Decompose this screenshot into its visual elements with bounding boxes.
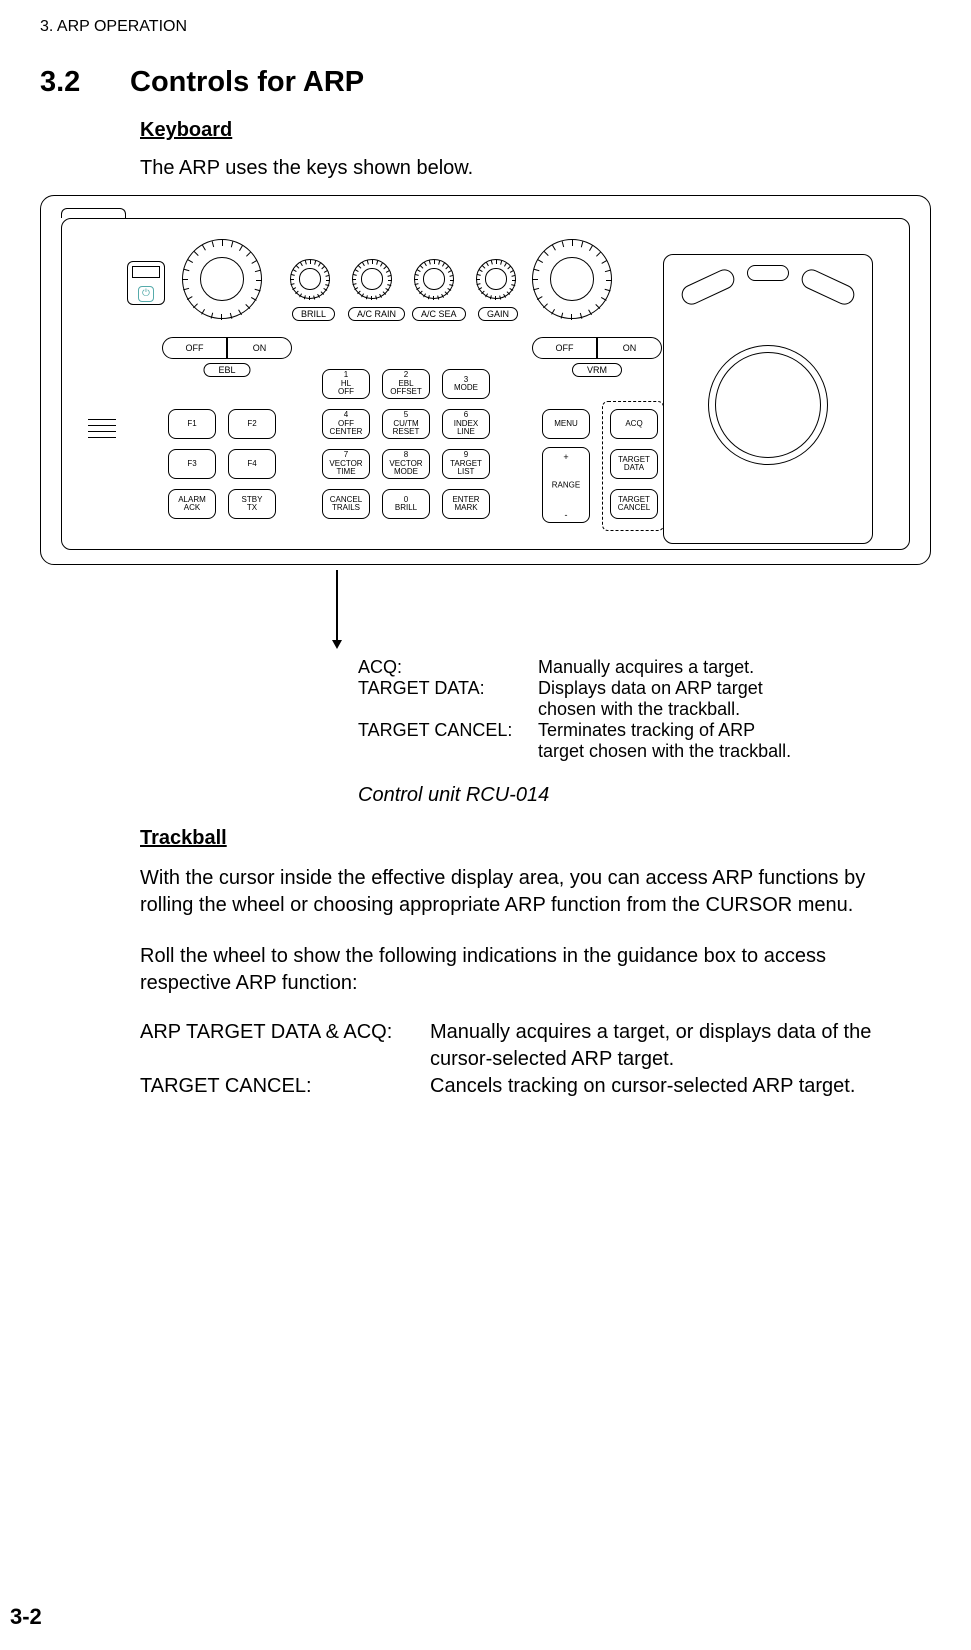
vrm-knob: [532, 239, 612, 319]
alarm-ack-key: ALARM ACK: [168, 489, 216, 519]
ac-sea-knob: [414, 259, 454, 299]
control-panel-diagram: ⏻ BRILL A/C RAIN A/C SEA GAIN OFF ON EBL…: [40, 195, 931, 565]
ac-sea-label: A/C SEA: [412, 307, 466, 321]
f2-key: F2: [228, 409, 276, 439]
range-label: RANGE: [543, 481, 589, 490]
side-slots: [88, 419, 116, 443]
acq-key: ACQ: [610, 409, 658, 439]
td-desc-val2: chosen with the trackball.: [538, 699, 740, 720]
keyboard-lead: The ARP uses the keys shown below.: [140, 157, 931, 180]
power-key: ⏻: [127, 261, 165, 305]
ac-rain-knob: [352, 259, 392, 299]
stby-tx-key: STBY TX: [228, 489, 276, 519]
trackball-left-button: [678, 266, 737, 308]
target-data-key: TARGET DATA: [610, 449, 658, 479]
key-7: 7 VECTOR TIME: [322, 449, 370, 479]
trackball-ball: [708, 345, 828, 465]
func-v1a: Manually acquires a target, or displays …: [430, 1021, 871, 1044]
func-row-2: TARGET CANCEL: Cancels tracking on curso…: [140, 1075, 931, 1098]
power-icon: ⏻: [138, 286, 154, 302]
vrm-on: ON: [597, 337, 662, 359]
tc-desc-key: TARGET CANCEL:: [358, 720, 538, 741]
func-row-1: ARP TARGET DATA & ACQ: Manually acquires…: [140, 1021, 931, 1044]
callout-arrow-head: [332, 640, 342, 649]
callout-descriptions: ACQ:Manually acquires a target. TARGET D…: [358, 657, 931, 762]
section-title: 3.2Controls for ARP: [40, 66, 931, 99]
key-1: 1 HL OFF: [322, 369, 370, 399]
section-number: 3.2: [40, 66, 130, 99]
vrm-off: OFF: [532, 337, 597, 359]
menu-key: MENU: [542, 409, 590, 439]
brill-knob: [290, 259, 330, 299]
chapter-header: 3. ARP OPERATION: [40, 18, 931, 36]
ebl-rocker: OFF ON EBL: [162, 337, 292, 377]
func-k1: ARP TARGET DATA & ACQ:: [140, 1021, 430, 1044]
f1-key: F1: [168, 409, 216, 439]
key-0: 0 BRILL: [382, 489, 430, 519]
gain-knob: [476, 259, 516, 299]
f4-key: F4: [228, 449, 276, 479]
key-4: 4 OFF CENTER: [322, 409, 370, 439]
range-key: + RANGE -: [542, 447, 590, 523]
trackball-wheel: [747, 265, 789, 281]
td-desc-key: TARGET DATA:: [358, 678, 538, 699]
f3-key: F3: [168, 449, 216, 479]
acq-desc-key: ACQ:: [358, 657, 538, 678]
key-8: 8 VECTOR MODE: [382, 449, 430, 479]
ebl-on: ON: [227, 337, 292, 359]
func-v2: Cancels tracking on cursor-selected ARP …: [430, 1075, 855, 1098]
range-minus: -: [543, 510, 589, 520]
page-number: 3-2: [10, 1604, 42, 1630]
key-2: 2 EBL OFFSET: [382, 369, 430, 399]
td-desc-val1: Displays data on ARP target: [538, 678, 763, 699]
tc-desc-val1: Terminates tracking of ARP: [538, 720, 755, 741]
target-cancel-key: TARGET CANCEL: [610, 489, 658, 519]
func-row-1b: cursor-selected ARP target.: [140, 1048, 931, 1071]
trackball-p2: Roll the wheel to show the following ind…: [140, 943, 911, 997]
subheading-keyboard: Keyboard: [140, 119, 931, 142]
panel-body: ⏻ BRILL A/C RAIN A/C SEA GAIN OFF ON EBL…: [61, 218, 910, 550]
trackball-right-button: [798, 266, 857, 308]
subheading-trackball: Trackball: [140, 827, 931, 850]
func-v1b: cursor-selected ARP target.: [430, 1048, 674, 1071]
acq-desc-val: Manually acquires a target.: [538, 657, 754, 678]
key-5: 5 CU/TM RESET: [382, 409, 430, 439]
power-display: [132, 266, 160, 278]
trackball-module: [663, 254, 873, 544]
vrm-rocker: OFF ON VRM: [532, 337, 662, 377]
brill-label: BRILL: [292, 307, 335, 321]
key-9: 9 TARGET LIST: [442, 449, 490, 479]
cancel-trails-key: CANCEL TRAILS: [322, 489, 370, 519]
key-6: 6 INDEX LINE: [442, 409, 490, 439]
key-3: 3 MODE: [442, 369, 490, 399]
ebl-off: OFF: [162, 337, 227, 359]
gain-label: GAIN: [478, 307, 518, 321]
tc-desc-val2: target chosen with the trackball.: [538, 741, 791, 762]
trackball-p1: With the cursor inside the effective dis…: [140, 865, 911, 919]
section-title-text: Controls for ARP: [130, 66, 364, 98]
ebl-knob: [182, 239, 262, 319]
ac-rain-label: A/C RAIN: [348, 307, 405, 321]
vrm-sub: VRM: [572, 363, 622, 377]
figure-caption: Control unit RCU-014: [358, 784, 931, 807]
range-plus: +: [543, 452, 589, 462]
ebl-sub: EBL: [203, 363, 250, 377]
panel-tab: [61, 208, 126, 218]
func-k2: TARGET CANCEL:: [140, 1075, 430, 1098]
enter-mark-key: ENTER MARK: [442, 489, 490, 519]
callout-arrow-line: [336, 570, 338, 642]
